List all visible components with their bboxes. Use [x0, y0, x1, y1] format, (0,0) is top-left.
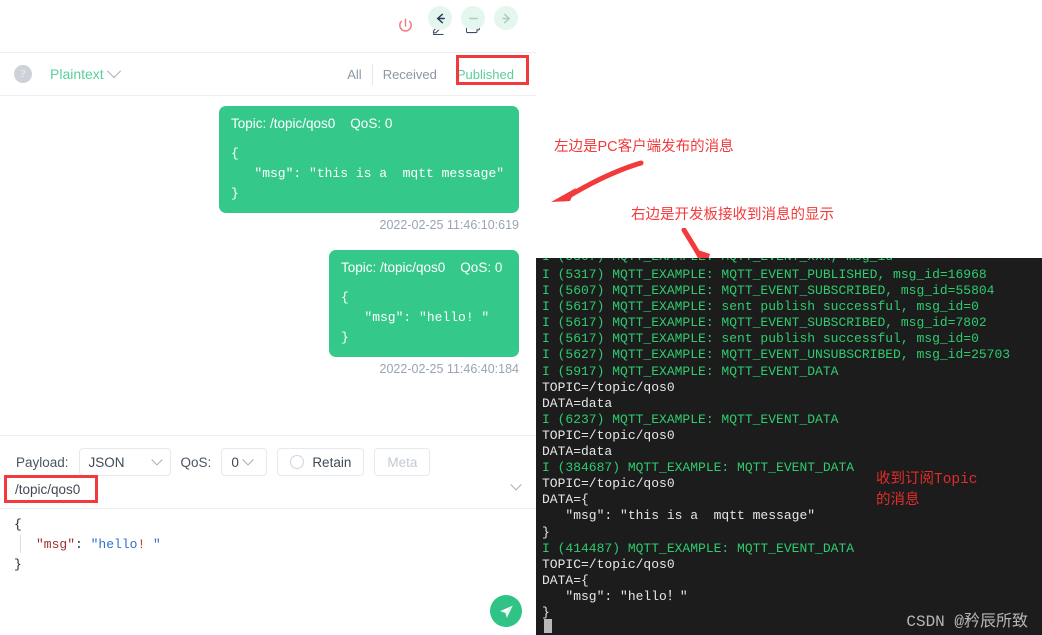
topic-input-value: /topic/qos0 [15, 481, 81, 497]
editor-value-pre: "hello [90, 537, 138, 552]
payload-label: Payload: [16, 454, 69, 470]
tab-published[interactable]: Published [447, 64, 524, 85]
message-list-header: ? Plaintext All Received Published [0, 52, 536, 96]
message-bubble: Topic: /topic/qos0 QoS: 0 { "msg": "hell… [329, 250, 519, 357]
payload-type-value: JSON [88, 454, 125, 470]
payload-format-label: Plaintext [50, 66, 104, 82]
terminal-line: TOPIC=/topic/qos0 [542, 556, 675, 572]
terminal-line: TOPIC=/topic/qos0 [542, 427, 675, 443]
nav-minus-button[interactable] [461, 6, 485, 30]
tab-received[interactable]: Received [371, 63, 447, 85]
message-item: Topic: /topic/qos0 QoS: 0 { "msg": "this… [0, 106, 536, 232]
message-timestamp: 2022-02-25 11:46:40:184 [379, 362, 519, 376]
annotation-terminal-line1: 收到订阅Topic [876, 472, 978, 488]
payload-editor[interactable]: { "msg": "hello! " } [0, 509, 536, 635]
chevron-down-icon[interactable] [510, 479, 522, 491]
terminal-line: I (5317) MQTT_EXAMPLE: MQTT_EVENT_PUBLIS… [542, 267, 987, 282]
message-topic-line: Topic: /topic/qos0 QoS: 0 [231, 116, 393, 131]
indent-guide [20, 535, 21, 553]
terminal-line: } [542, 524, 550, 540]
message-item: Topic: /topic/qos0 QoS: 0 { "msg": "hell… [0, 250, 536, 376]
message-payload-line: { [231, 146, 239, 161]
chevron-down-icon [150, 454, 163, 466]
terminal-line: DATA=data [542, 395, 613, 411]
payload-type-select[interactable]: JSON [78, 448, 171, 476]
annotation-right-note: 右边是开发板接收到消息的显示 [631, 207, 834, 223]
chevron-down-icon [106, 64, 121, 79]
message-timestamp: 2022-02-25 11:46:10:619 [379, 218, 519, 232]
payload-format-select[interactable]: Plaintext [50, 64, 121, 82]
terminal-line: I (5917) MQTT_EXAMPLE: MQTT_EVENT_DATA [542, 363, 839, 379]
help-avatar-icon: ? [14, 65, 32, 83]
serial-terminal[interactable]: I (5317) MQTT_EXAMPLE: MQTT_EVENT_PUBLIS… [536, 265, 1042, 635]
terminal-cursor [544, 619, 552, 633]
power-icon[interactable] [388, 9, 422, 43]
message-filter-tabs: All Received Published [337, 54, 530, 85]
editor-colon: : [75, 537, 91, 552]
csdn-watermark: CSDN @矜辰所致 [906, 612, 1028, 631]
editor-value-post: " [145, 537, 161, 552]
terminal-line: I (414487) MQTT_EXAMPLE: MQTT_EVENT_DATA [542, 540, 855, 556]
message-payload-line: "msg": "this is a mqtt message" [231, 166, 505, 181]
message-topic-line: Topic: /topic/qos0 QoS: 0 [341, 260, 503, 275]
annotation-area: 左边是PC客户端发布的消息 右边是开发板接收到消息的显示 [536, 0, 1042, 265]
annotation-terminal-note: 收到订阅Topic 的消息 [876, 470, 978, 512]
chevron-down-icon [242, 454, 254, 466]
message-payload-line: "msg": "hello! " [341, 310, 490, 325]
message-bubble: Topic: /topic/qos0 QoS: 0 { "msg": "this… [219, 106, 519, 213]
qos-value: 0 [231, 454, 239, 470]
qos-select[interactable]: 0 [221, 448, 268, 476]
editor-line: } [14, 557, 22, 572]
send-button[interactable] [490, 595, 522, 627]
terminal-line: I (5617) MQTT_EXAMPLE: MQTT_EVENT_SUBSCR… [542, 315, 987, 331]
terminal-line: I (5617) MQTT_EXAMPLE: sent publish succ… [542, 299, 979, 315]
terminal-line: DATA=data [542, 444, 613, 460]
mqtt-client-panel: ? Plaintext All Received Published Topic… [0, 0, 536, 635]
screenshot-root: ? Plaintext All Received Published Topic… [0, 0, 1042, 635]
meta-button[interactable]: Meta [374, 448, 431, 476]
annotation-terminal-line2: 的消息 [876, 493, 920, 509]
message-payload-line: { [341, 290, 349, 305]
terminal-line: "msg": "hello！" [542, 588, 688, 604]
editor-key: "msg" [36, 537, 76, 552]
arrow-down-left-icon [551, 160, 644, 202]
editor-nav-buttons [428, 6, 518, 30]
topic-input[interactable]: /topic/qos0 [4, 475, 98, 503]
nav-back-button[interactable] [428, 6, 452, 30]
qos-label: QoS: [180, 454, 212, 470]
terminal-line: I (5607) MQTT_EXAMPLE: MQTT_EVENT_SUBSCR… [542, 283, 995, 299]
message-payload-line: } [341, 330, 349, 345]
terminal-line: DATA={ [542, 572, 589, 588]
radio-icon [290, 455, 305, 469]
message-payload-line: } [231, 186, 239, 201]
terminal-line: I (6237) MQTT_EXAMPLE: MQTT_EVENT_DATA [542, 411, 839, 427]
meta-label: Meta [387, 454, 418, 470]
retain-label: Retain [312, 454, 352, 470]
nav-forward-button[interactable] [494, 6, 518, 30]
terminal-line: I (5617) MQTT_EXAMPLE: sent publish succ… [542, 331, 979, 347]
message-list[interactable]: Topic: /topic/qos0 QoS: 0 { "msg": "this… [0, 96, 536, 435]
annotation-left-note: 左边是PC客户端发布的消息 [554, 139, 734, 155]
topic-row: /topic/qos0 [0, 474, 536, 508]
terminal-line: I (5627) MQTT_EXAMPLE: MQTT_EVENT_UNSUBS… [542, 347, 1011, 363]
tab-all[interactable]: All [337, 64, 371, 85]
editor-line: { [14, 517, 22, 532]
terminal-line: TOPIC=/topic/qos0 [542, 379, 675, 395]
retain-toggle[interactable]: Retain [277, 448, 365, 476]
